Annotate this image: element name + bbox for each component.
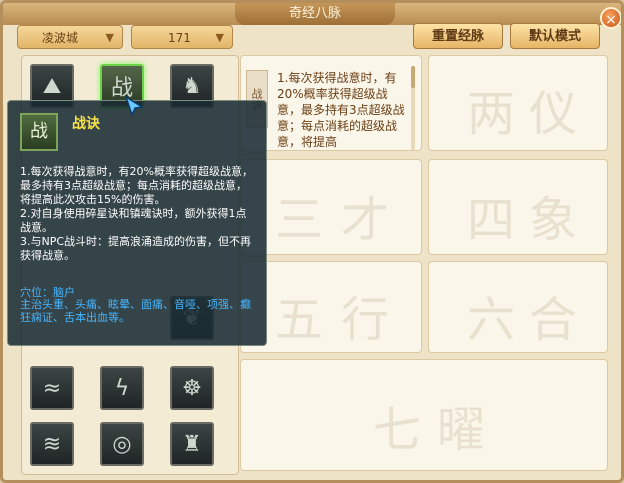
ghost-char: 合: [529, 292, 578, 348]
ghost-char: 行: [341, 292, 390, 348]
reset-meridian-button[interactable]: 重置经脉: [413, 23, 503, 49]
ghost-char: 四: [467, 192, 516, 248]
wave-skill-icon[interactable]: ≈: [30, 366, 74, 410]
slot-sancai[interactable]: 三 才: [240, 159, 422, 255]
close-button[interactable]: ×: [600, 7, 621, 29]
tooltip-desc-line: 1.每次获得战意时，有20%概率获得超级战意，最多持有3点超级战意；每点消耗的超…: [20, 165, 253, 206]
chevron-down-icon: ▼: [215, 31, 224, 44]
ghost-char: 三: [275, 192, 324, 248]
ghost-char: 五: [275, 292, 324, 348]
slot-wuxing[interactable]: 五 行: [240, 261, 422, 353]
slot-liangyi[interactable]: 两 仪: [428, 55, 608, 151]
claw-skill-icon[interactable]: ≋: [30, 422, 74, 466]
slot-qiyao[interactable]: 七 曜: [240, 359, 608, 471]
ghost-char: 七: [373, 402, 422, 458]
tooltip-effect: 主治头重、头痛、眩晕、面痛、音哑、项强、癫狂痫证、舌本出血等。: [20, 298, 251, 324]
title-bar: 奇经八脉: [3, 3, 621, 25]
chevron-down-icon: ▼: [105, 31, 114, 44]
zhanjue-tooltip-icon: 战: [20, 113, 58, 151]
cursor-icon: [124, 95, 145, 117]
lightning-skill-icon[interactable]: ϟ: [100, 366, 144, 410]
school-select[interactable]: 凌波城 ▼: [17, 25, 123, 49]
tooltip-description: 1.每次获得战意时，有20%概率获得超级战意，最多持有3点超级战意；每点消耗的超…: [20, 165, 256, 263]
meridian-slots: 战诀 1.每次获得战意时，有20%概率获得超级战意，最多持有3点超级战意；每点消…: [240, 55, 614, 473]
tooltip-title: 战诀: [72, 116, 100, 132]
ghost-char: 两: [467, 86, 516, 142]
level-select[interactable]: 171 ▼: [131, 25, 233, 49]
slot-sixiang[interactable]: 四 象: [428, 159, 608, 255]
staff-skill-icon[interactable]: ♜: [170, 422, 214, 466]
selected-skill-info: 战诀 1.每次获得战意时，有20%概率获得超级战意，最多持有3点超级战意；每点消…: [240, 55, 422, 151]
ghost-char: 仪: [529, 86, 578, 142]
ghost-char: 象: [529, 192, 578, 248]
scroll-thumb[interactable]: [411, 66, 415, 88]
scrollbar[interactable]: [411, 66, 415, 150]
spiral-skill-icon[interactable]: ◎: [100, 422, 144, 466]
skill-tooltip: 战 战诀 1.每次获得战意时，有20%概率获得超级战意，最多持有3点超级战意；每…: [7, 100, 267, 346]
info-text: 1.每次获得战意时，有20%概率获得超级战意，最多持有3点超级战意；每点消耗的超…: [277, 71, 405, 148]
window-title: 奇经八脉: [235, 3, 395, 25]
tooltip-desc-line: 2.对自身使用碎星诀和镇魂诀时，额外获得1点战意。: [20, 207, 247, 234]
tooltip-desc-line: 3.与NPC战斗时：提高浪涌造成的伤害，但不再获得战意。: [20, 235, 252, 262]
slot-liuhe[interactable]: 六 合: [428, 261, 608, 353]
meridian-window: 奇经八脉 × 凌波城 ▼ 171 ▼ 重置经脉 默认模式 ⛰ 战 ♞ ≈ ϟ ☸…: [0, 0, 624, 483]
school-select-value: 凌波城: [42, 31, 79, 45]
default-mode-button[interactable]: 默认模式: [510, 23, 600, 49]
ghost-char: 六: [467, 292, 516, 348]
ghost-char: 曜: [437, 402, 486, 458]
level-select-value: 171: [168, 31, 191, 45]
ghost-char: 才: [341, 192, 390, 248]
monk-skill-icon[interactable]: ☸: [170, 366, 214, 410]
